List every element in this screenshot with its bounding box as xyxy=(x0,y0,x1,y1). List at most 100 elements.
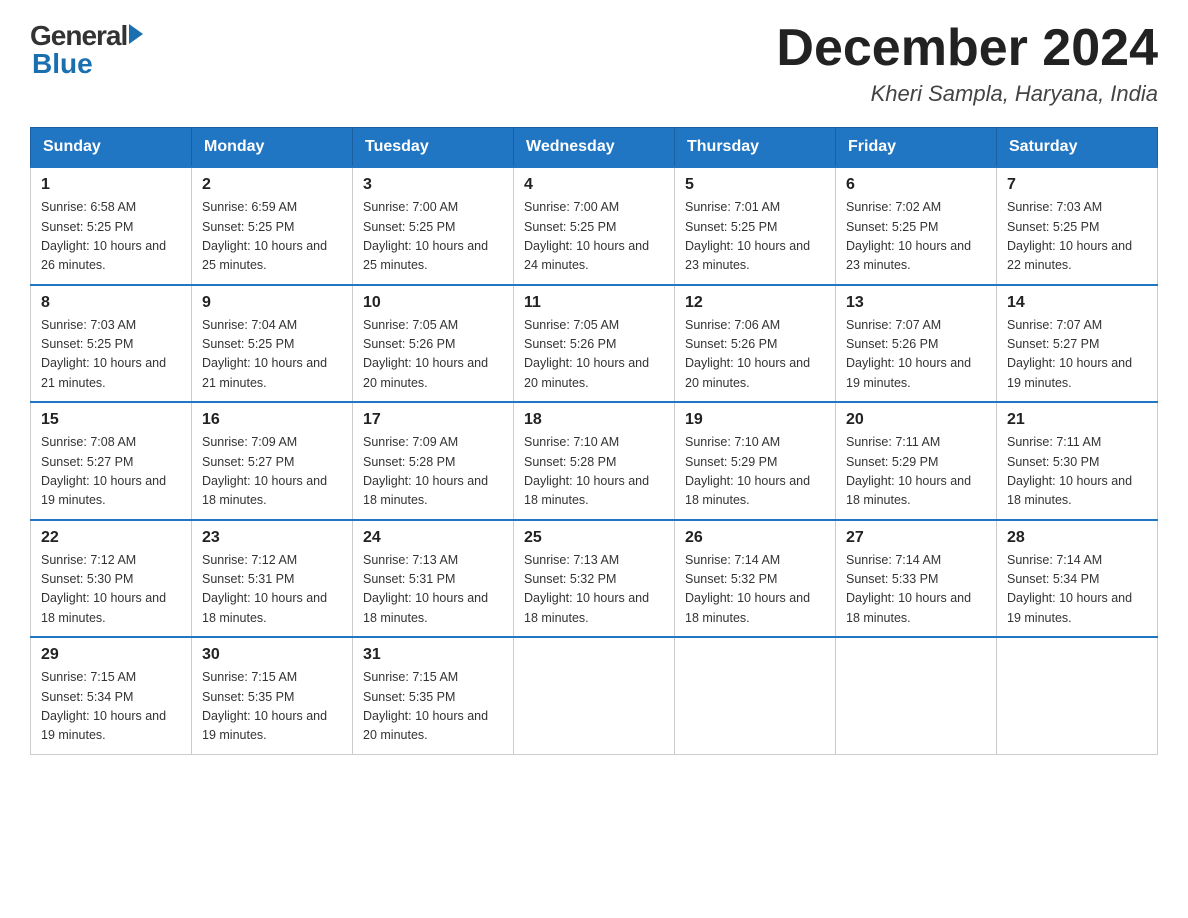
logo-arrow-icon xyxy=(129,24,143,44)
day-number: 15 xyxy=(41,411,181,429)
calendar-cell: 23 Sunrise: 7:12 AM Sunset: 5:31 PM Dayl… xyxy=(192,520,353,638)
header-day-friday: Friday xyxy=(836,128,997,168)
day-info: Sunrise: 7:12 AM Sunset: 5:30 PM Dayligh… xyxy=(41,551,181,629)
calendar-header: SundayMondayTuesdayWednesdayThursdayFrid… xyxy=(31,128,1158,168)
day-number: 22 xyxy=(41,529,181,547)
day-info: Sunrise: 7:05 AM Sunset: 5:26 PM Dayligh… xyxy=(363,316,503,394)
day-info: Sunrise: 6:59 AM Sunset: 5:25 PM Dayligh… xyxy=(202,198,342,276)
calendar-cell: 26 Sunrise: 7:14 AM Sunset: 5:32 PM Dayl… xyxy=(675,520,836,638)
day-info: Sunrise: 7:15 AM Sunset: 5:35 PM Dayligh… xyxy=(363,668,503,746)
day-info: Sunrise: 7:03 AM Sunset: 5:25 PM Dayligh… xyxy=(1007,198,1147,276)
day-number: 30 xyxy=(202,646,342,664)
calendar-cell xyxy=(997,637,1158,754)
calendar-cell: 4 Sunrise: 7:00 AM Sunset: 5:25 PM Dayli… xyxy=(514,167,675,285)
day-number: 24 xyxy=(363,529,503,547)
day-number: 26 xyxy=(685,529,825,547)
calendar-cell: 19 Sunrise: 7:10 AM Sunset: 5:29 PM Dayl… xyxy=(675,402,836,520)
calendar-table: SundayMondayTuesdayWednesdayThursdayFrid… xyxy=(30,127,1158,755)
calendar-cell: 20 Sunrise: 7:11 AM Sunset: 5:29 PM Dayl… xyxy=(836,402,997,520)
day-number: 21 xyxy=(1007,411,1147,429)
logo: General Blue xyxy=(30,20,143,80)
calendar-cell: 17 Sunrise: 7:09 AM Sunset: 5:28 PM Dayl… xyxy=(353,402,514,520)
header-day-sunday: Sunday xyxy=(31,128,192,168)
day-info: Sunrise: 7:03 AM Sunset: 5:25 PM Dayligh… xyxy=(41,316,181,394)
calendar-cell: 16 Sunrise: 7:09 AM Sunset: 5:27 PM Dayl… xyxy=(192,402,353,520)
week-row-3: 15 Sunrise: 7:08 AM Sunset: 5:27 PM Dayl… xyxy=(31,402,1158,520)
day-number: 8 xyxy=(41,294,181,312)
day-number: 9 xyxy=(202,294,342,312)
day-number: 25 xyxy=(524,529,664,547)
month-title: December 2024 xyxy=(776,20,1158,77)
day-info: Sunrise: 7:04 AM Sunset: 5:25 PM Dayligh… xyxy=(202,316,342,394)
calendar-cell: 29 Sunrise: 7:15 AM Sunset: 5:34 PM Dayl… xyxy=(31,637,192,754)
day-number: 20 xyxy=(846,411,986,429)
calendar-cell: 3 Sunrise: 7:00 AM Sunset: 5:25 PM Dayli… xyxy=(353,167,514,285)
calendar-cell: 25 Sunrise: 7:13 AM Sunset: 5:32 PM Dayl… xyxy=(514,520,675,638)
calendar-cell: 18 Sunrise: 7:10 AM Sunset: 5:28 PM Dayl… xyxy=(514,402,675,520)
header-day-tuesday: Tuesday xyxy=(353,128,514,168)
day-number: 19 xyxy=(685,411,825,429)
calendar-cell: 1 Sunrise: 6:58 AM Sunset: 5:25 PM Dayli… xyxy=(31,167,192,285)
day-info: Sunrise: 7:15 AM Sunset: 5:35 PM Dayligh… xyxy=(202,668,342,746)
calendar-cell xyxy=(836,637,997,754)
day-number: 11 xyxy=(524,294,664,312)
day-info: Sunrise: 7:06 AM Sunset: 5:26 PM Dayligh… xyxy=(685,316,825,394)
day-number: 28 xyxy=(1007,529,1147,547)
day-info: Sunrise: 7:02 AM Sunset: 5:25 PM Dayligh… xyxy=(846,198,986,276)
calendar-cell: 11 Sunrise: 7:05 AM Sunset: 5:26 PM Dayl… xyxy=(514,285,675,403)
day-number: 6 xyxy=(846,176,986,194)
calendar-cell: 2 Sunrise: 6:59 AM Sunset: 5:25 PM Dayli… xyxy=(192,167,353,285)
calendar-cell: 15 Sunrise: 7:08 AM Sunset: 5:27 PM Dayl… xyxy=(31,402,192,520)
calendar-cell xyxy=(675,637,836,754)
day-info: Sunrise: 7:01 AM Sunset: 5:25 PM Dayligh… xyxy=(685,198,825,276)
day-info: Sunrise: 7:13 AM Sunset: 5:32 PM Dayligh… xyxy=(524,551,664,629)
calendar-cell: 22 Sunrise: 7:12 AM Sunset: 5:30 PM Dayl… xyxy=(31,520,192,638)
day-info: Sunrise: 7:10 AM Sunset: 5:29 PM Dayligh… xyxy=(685,433,825,511)
day-number: 1 xyxy=(41,176,181,194)
day-number: 2 xyxy=(202,176,342,194)
day-number: 12 xyxy=(685,294,825,312)
day-number: 23 xyxy=(202,529,342,547)
header-day-saturday: Saturday xyxy=(997,128,1158,168)
calendar-cell: 9 Sunrise: 7:04 AM Sunset: 5:25 PM Dayli… xyxy=(192,285,353,403)
calendar-cell: 10 Sunrise: 7:05 AM Sunset: 5:26 PM Dayl… xyxy=(353,285,514,403)
day-number: 31 xyxy=(363,646,503,664)
day-number: 17 xyxy=(363,411,503,429)
calendar-cell: 30 Sunrise: 7:15 AM Sunset: 5:35 PM Dayl… xyxy=(192,637,353,754)
calendar-cell: 5 Sunrise: 7:01 AM Sunset: 5:25 PM Dayli… xyxy=(675,167,836,285)
day-info: Sunrise: 7:12 AM Sunset: 5:31 PM Dayligh… xyxy=(202,551,342,629)
header-day-monday: Monday xyxy=(192,128,353,168)
day-info: Sunrise: 7:14 AM Sunset: 5:33 PM Dayligh… xyxy=(846,551,986,629)
title-block: December 2024 Kheri Sampla, Haryana, Ind… xyxy=(776,20,1158,107)
calendar-body: 1 Sunrise: 6:58 AM Sunset: 5:25 PM Dayli… xyxy=(31,167,1158,754)
calendar-cell: 6 Sunrise: 7:02 AM Sunset: 5:25 PM Dayli… xyxy=(836,167,997,285)
day-info: Sunrise: 7:07 AM Sunset: 5:27 PM Dayligh… xyxy=(1007,316,1147,394)
day-info: Sunrise: 7:09 AM Sunset: 5:27 PM Dayligh… xyxy=(202,433,342,511)
header-day-thursday: Thursday xyxy=(675,128,836,168)
day-info: Sunrise: 7:15 AM Sunset: 5:34 PM Dayligh… xyxy=(41,668,181,746)
day-info: Sunrise: 7:14 AM Sunset: 5:34 PM Dayligh… xyxy=(1007,551,1147,629)
day-info: Sunrise: 7:07 AM Sunset: 5:26 PM Dayligh… xyxy=(846,316,986,394)
calendar-cell: 24 Sunrise: 7:13 AM Sunset: 5:31 PM Dayl… xyxy=(353,520,514,638)
calendar-cell: 31 Sunrise: 7:15 AM Sunset: 5:35 PM Dayl… xyxy=(353,637,514,754)
day-info: Sunrise: 7:10 AM Sunset: 5:28 PM Dayligh… xyxy=(524,433,664,511)
calendar-cell: 12 Sunrise: 7:06 AM Sunset: 5:26 PM Dayl… xyxy=(675,285,836,403)
week-row-5: 29 Sunrise: 7:15 AM Sunset: 5:34 PM Dayl… xyxy=(31,637,1158,754)
day-number: 7 xyxy=(1007,176,1147,194)
day-number: 27 xyxy=(846,529,986,547)
day-info: Sunrise: 7:05 AM Sunset: 5:26 PM Dayligh… xyxy=(524,316,664,394)
day-number: 4 xyxy=(524,176,664,194)
page-header: General Blue December 2024 Kheri Sampla,… xyxy=(30,20,1158,107)
calendar-cell: 13 Sunrise: 7:07 AM Sunset: 5:26 PM Dayl… xyxy=(836,285,997,403)
calendar-cell: 21 Sunrise: 7:11 AM Sunset: 5:30 PM Dayl… xyxy=(997,402,1158,520)
day-number: 5 xyxy=(685,176,825,194)
calendar-cell: 14 Sunrise: 7:07 AM Sunset: 5:27 PM Dayl… xyxy=(997,285,1158,403)
day-info: Sunrise: 7:14 AM Sunset: 5:32 PM Dayligh… xyxy=(685,551,825,629)
calendar-cell xyxy=(514,637,675,754)
week-row-4: 22 Sunrise: 7:12 AM Sunset: 5:30 PM Dayl… xyxy=(31,520,1158,638)
calendar-cell: 28 Sunrise: 7:14 AM Sunset: 5:34 PM Dayl… xyxy=(997,520,1158,638)
week-row-2: 8 Sunrise: 7:03 AM Sunset: 5:25 PM Dayli… xyxy=(31,285,1158,403)
week-row-1: 1 Sunrise: 6:58 AM Sunset: 5:25 PM Dayli… xyxy=(31,167,1158,285)
day-number: 3 xyxy=(363,176,503,194)
location-title: Kheri Sampla, Haryana, India xyxy=(776,81,1158,107)
